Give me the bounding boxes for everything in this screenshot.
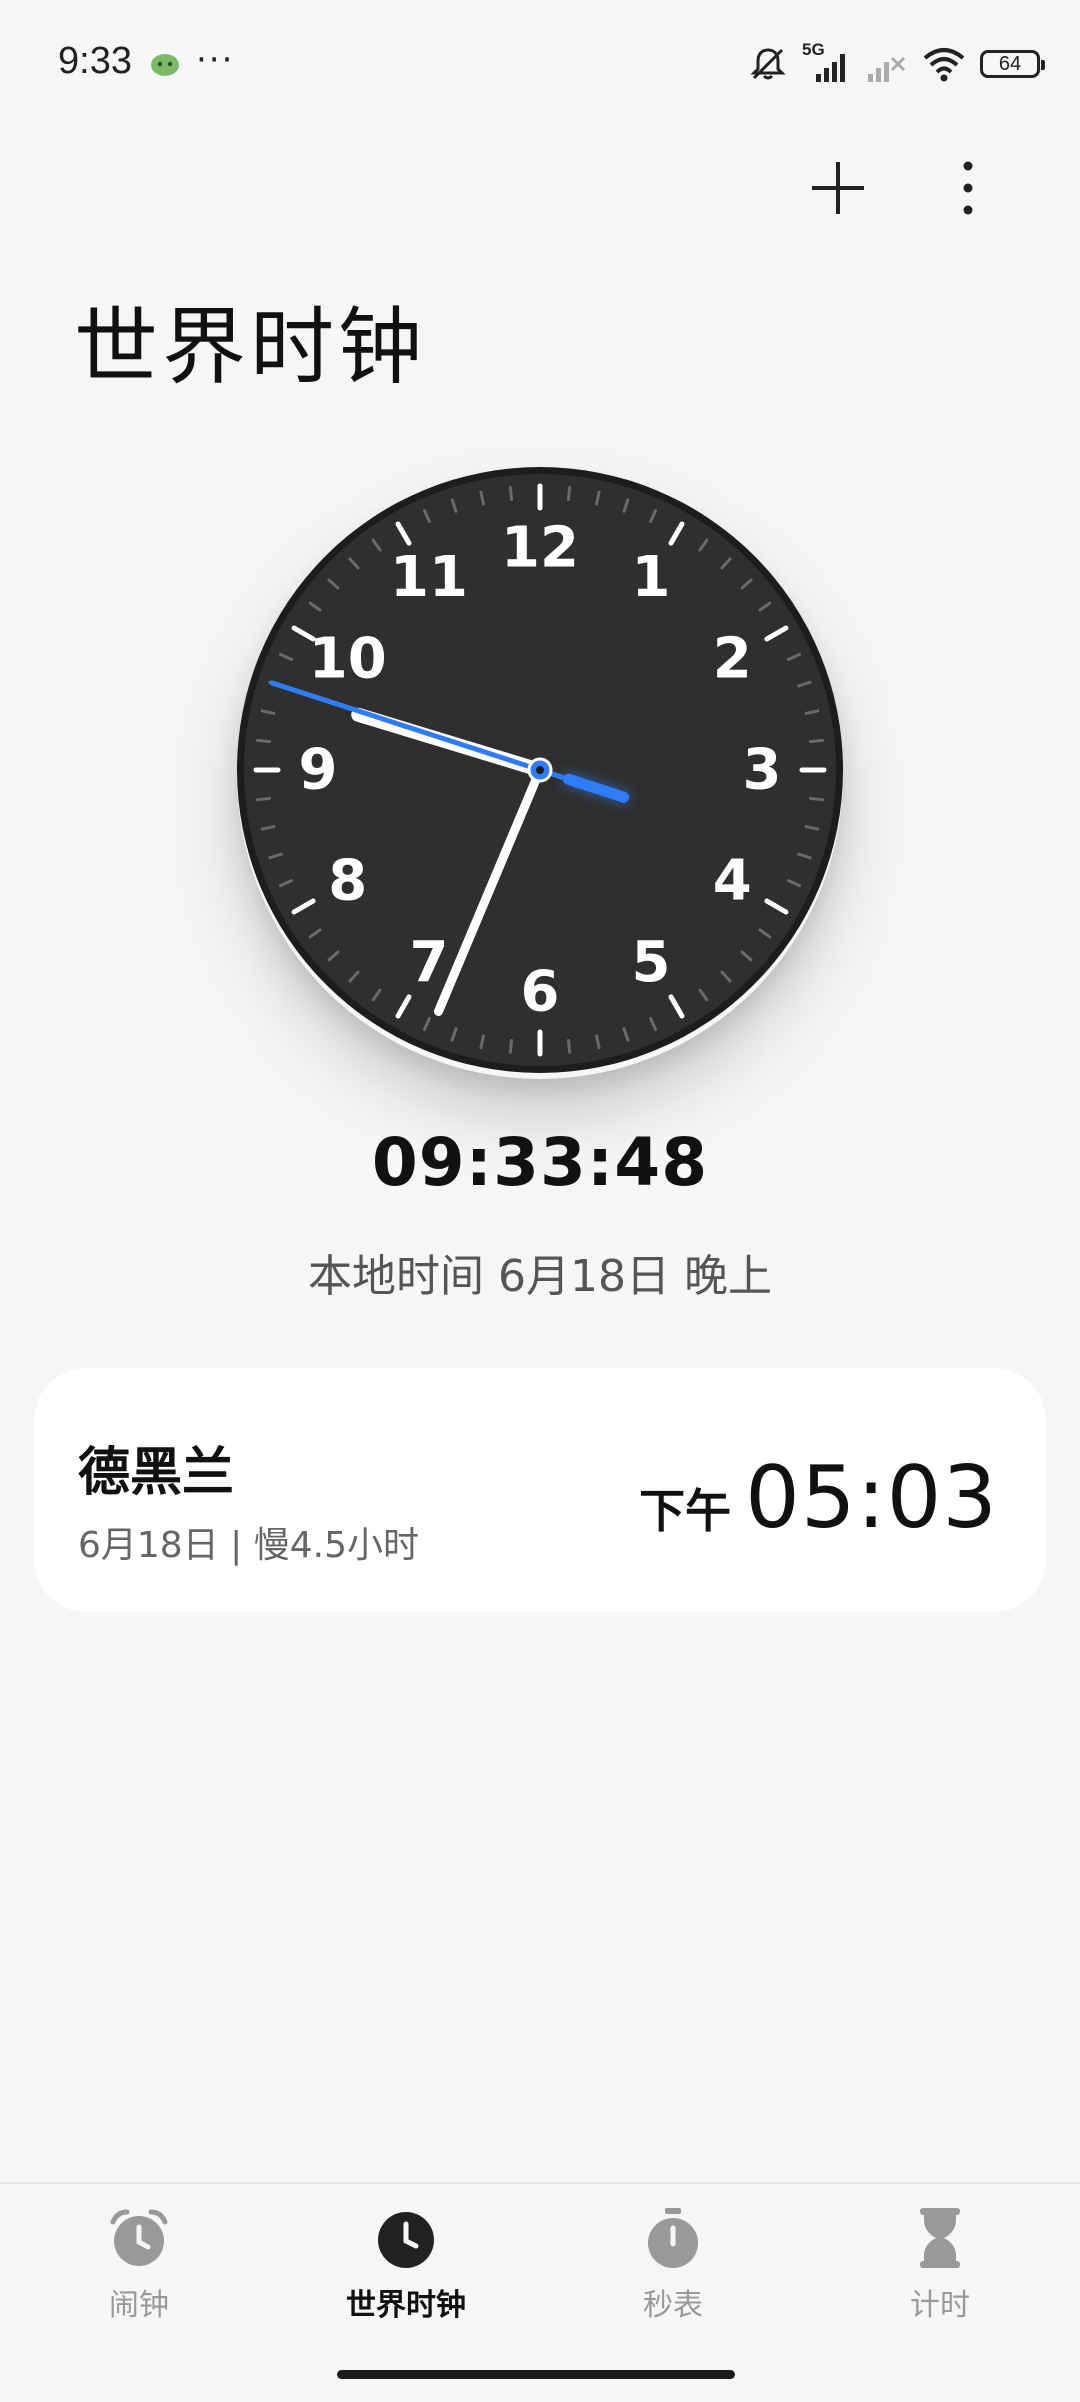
more-options-button[interactable] xyxy=(930,150,1006,226)
clock-numeral: 10 xyxy=(309,627,387,692)
stopwatch-icon xyxy=(648,2208,698,2268)
minute-tick xyxy=(508,1039,514,1054)
minute-tick xyxy=(256,796,271,802)
clock-hub-center xyxy=(536,766,544,774)
wifi-icon xyxy=(923,48,965,82)
clock-numeral: 5 xyxy=(632,930,671,995)
minute-tick xyxy=(256,738,271,744)
battery-indicator: 64 xyxy=(980,50,1045,78)
analog-clock: 12 1 2 3 4 5 6 7 8 9 10 11 xyxy=(225,455,855,1085)
clock-face: 12 12 3 45 6 78 9 1011 xyxy=(237,467,843,1073)
hourglass-icon xyxy=(920,2208,960,2268)
tab-alarm-label: 闹钟 xyxy=(109,2288,169,2323)
mute-icon xyxy=(750,48,786,80)
more-notifications-icon: ··· xyxy=(196,40,235,80)
clock-numeral: 4 xyxy=(713,849,752,914)
bottom-navigation: 闹钟 世界时钟 秒表 计时 xyxy=(0,2182,1080,2402)
clock-numeral: 6 xyxy=(521,960,560,1025)
status-bar: 9:33 ··· 5G 64 xyxy=(0,0,1080,130)
minute-tick xyxy=(566,486,572,501)
status-time: 9:33 xyxy=(58,40,132,82)
tab-world-clock-label: 世界时钟 xyxy=(346,2288,466,2323)
tab-timer-label: 计时 xyxy=(910,2288,970,2323)
signal-no-service-icon xyxy=(868,56,906,82)
tab-stopwatch-label: 秒表 xyxy=(643,2288,703,2323)
clock-numeral: 11 xyxy=(390,545,468,610)
city-card-tehran[interactable]: 德黑兰 6月18日 | 慢4.5小时 下午 05:03 xyxy=(34,1368,1046,1612)
city-ampm: 下午 xyxy=(639,1484,732,1538)
local-date-label: 本地时间 6月18日 晚上 xyxy=(308,1251,772,1302)
minute-tick xyxy=(809,796,824,802)
tab-timer[interactable]: 计时 xyxy=(840,2206,1040,2356)
city-name: 德黑兰 xyxy=(78,1443,235,1503)
message-app-icon xyxy=(151,54,179,76)
status-icons: 5G 64 xyxy=(748,40,1045,84)
minute-tick xyxy=(566,1039,572,1054)
cell-signal-1: 5G xyxy=(802,40,850,84)
city-time: 下午 05:03 xyxy=(639,1448,998,1548)
clock-numeral: 3 xyxy=(743,738,782,803)
tab-alarm[interactable]: 闹钟 xyxy=(39,2206,239,2356)
minute-tick xyxy=(508,486,514,501)
clock-numeral: 1 xyxy=(632,545,671,610)
clock-numeral: 9 xyxy=(299,738,338,803)
tab-world-clock[interactable]: 世界时钟 xyxy=(306,2206,506,2356)
battery-level: 64 xyxy=(998,52,1022,75)
tab-stopwatch[interactable]: 秒表 xyxy=(573,2206,773,2356)
add-city-button[interactable] xyxy=(800,150,876,226)
clock-numeral: 7 xyxy=(410,930,449,995)
page-title: 世界时钟 xyxy=(74,298,427,396)
clock-numeral: 12 xyxy=(501,516,579,581)
home-indicator[interactable] xyxy=(337,2370,735,2379)
clock-numeral: 8 xyxy=(328,849,367,914)
clock-icon xyxy=(378,2212,434,2268)
alarm-clock-icon xyxy=(110,2209,168,2266)
local-digital-time: 09:33:48 xyxy=(371,1124,709,1201)
city-clock-time: 05:03 xyxy=(745,1448,998,1548)
clock-numeral: 2 xyxy=(713,627,752,692)
city-offset: 6月18日 | 慢4.5小时 xyxy=(78,1525,419,1566)
minute-tick xyxy=(809,738,824,744)
